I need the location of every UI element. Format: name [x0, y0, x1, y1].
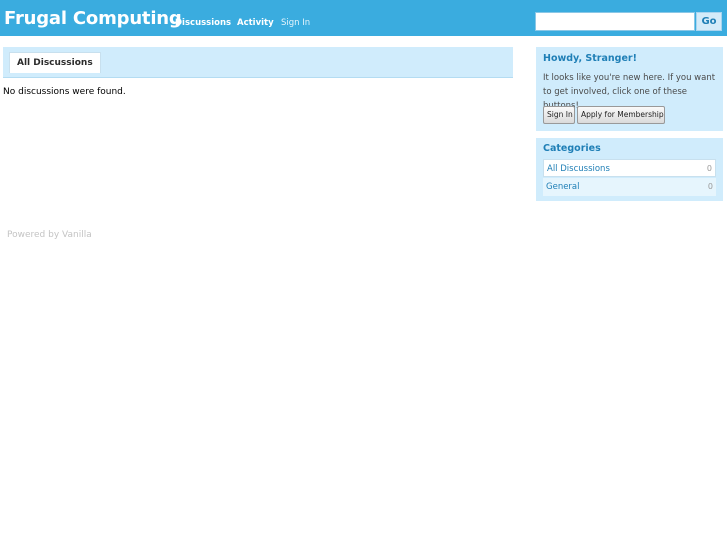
site-logo[interactable]: Frugal Computing: [4, 6, 182, 32]
sign-in-button[interactable]: Sign In: [543, 106, 575, 124]
categories-title: Categories: [543, 143, 601, 154]
search-go-button[interactable]: Go: [696, 12, 722, 31]
nav-sign-in[interactable]: Sign In: [281, 18, 310, 28]
powered-by-link[interactable]: Powered by Vanilla: [7, 230, 92, 240]
category-name[interactable]: General: [546, 178, 580, 196]
category-name[interactable]: All Discussions: [547, 160, 610, 178]
site-header: Frugal Computing Discussions Activity Si…: [0, 0, 727, 36]
category-item-all-discussions[interactable]: All Discussions 0: [543, 159, 716, 177]
discussion-tabs: All Discussions: [3, 47, 513, 78]
category-item-general[interactable]: General 0: [543, 178, 716, 196]
empty-discussions-message: No discussions were found.: [3, 87, 126, 97]
nav-activity[interactable]: Activity: [237, 18, 274, 28]
category-count: 0: [706, 164, 712, 173]
categories-panel: Categories All Discussions 0 General 0: [536, 138, 723, 201]
search-input[interactable]: [535, 12, 695, 31]
welcome-panel: Howdy, Stranger! It looks like you're ne…: [536, 47, 723, 131]
nav-discussions[interactable]: Discussions: [175, 18, 231, 28]
welcome-title: Howdy, Stranger!: [543, 53, 637, 64]
apply-membership-button[interactable]: Apply for Membership: [577, 106, 665, 124]
category-count: 0: [707, 182, 713, 191]
tab-all-discussions[interactable]: All Discussions: [9, 52, 101, 73]
